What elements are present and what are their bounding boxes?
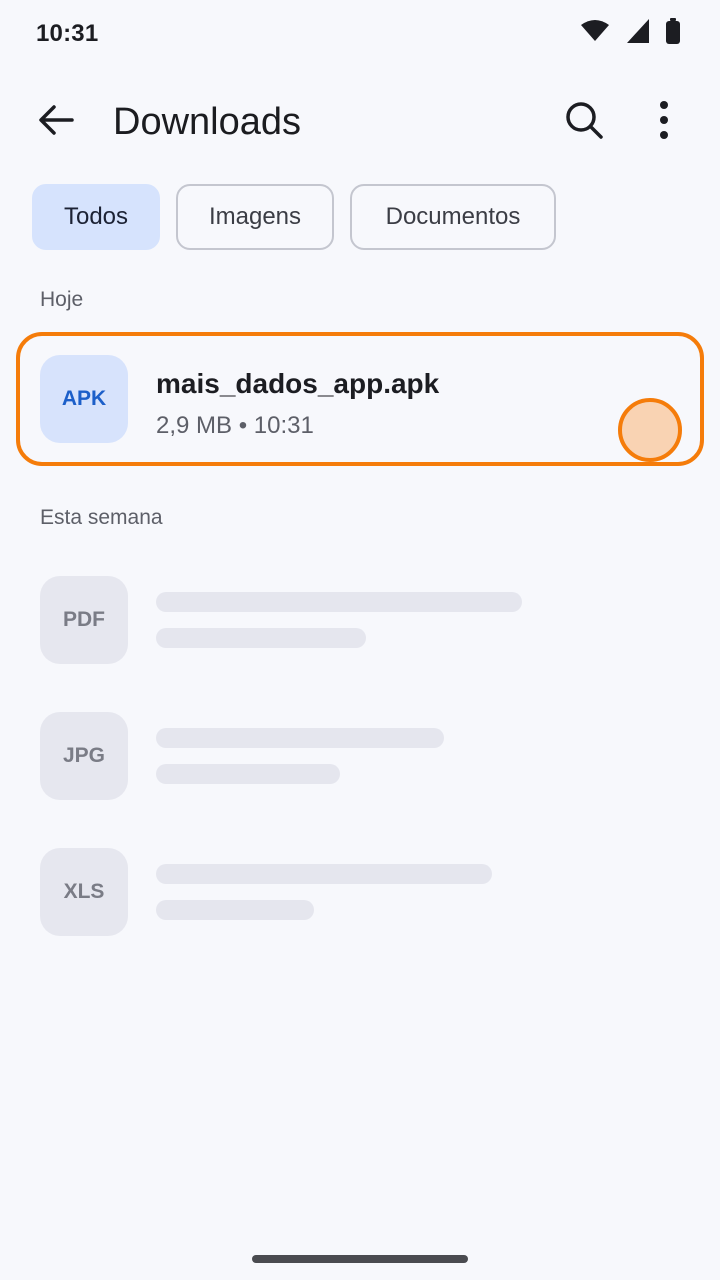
file-type-thumbnail: JPG	[40, 712, 128, 800]
file-type-thumbnail: XLS	[40, 848, 128, 936]
file-meta: 2,9 MB • 10:31	[156, 412, 314, 439]
section-header-this-week: Esta semana	[40, 506, 163, 529]
app-bar: Downloads	[0, 80, 720, 164]
skeleton-line	[156, 864, 492, 884]
home-indicator[interactable]	[252, 1255, 468, 1263]
download-item-placeholder[interactable]: JPG	[16, 692, 704, 826]
filter-chip-documentos[interactable]: Documentos	[350, 184, 556, 250]
status-bar: 10:31	[0, 0, 720, 68]
skeleton-line	[156, 764, 340, 784]
search-icon	[564, 100, 604, 145]
filter-chip-imagens[interactable]: Imagens	[176, 184, 334, 250]
filter-chip-todos[interactable]: Todos	[32, 184, 160, 250]
arrow-left-icon	[38, 104, 74, 141]
battery-icon	[666, 18, 680, 49]
search-button[interactable]	[556, 94, 612, 150]
skeleton-line	[156, 628, 366, 648]
download-item-apk[interactable]: APK mais_dados_app.apk 2,9 MB • 10:31	[16, 332, 704, 466]
skeleton-line	[156, 728, 444, 748]
file-type-thumbnail: PDF	[40, 576, 128, 664]
more-button[interactable]	[636, 94, 692, 150]
skeleton-line	[156, 900, 314, 920]
status-icons	[580, 18, 680, 49]
skeleton-line	[156, 592, 522, 612]
cell-signal-icon	[626, 18, 650, 49]
back-button[interactable]	[24, 94, 88, 150]
file-type-thumbnail: APK	[40, 355, 128, 443]
more-vertical-icon	[659, 100, 669, 145]
wifi-icon	[580, 19, 610, 48]
download-item-placeholder[interactable]: XLS	[16, 828, 704, 962]
download-item-placeholder[interactable]: PDF	[16, 556, 704, 690]
tap-indicator	[618, 398, 682, 462]
screen: 10:31 Downloads Todos Imagens Documentos…	[0, 0, 720, 1280]
file-name: mais_dados_app.apk	[156, 368, 440, 399]
status-time: 10:31	[36, 20, 99, 47]
page-title: Downloads	[113, 101, 301, 143]
section-header-today: Hoje	[40, 288, 84, 311]
